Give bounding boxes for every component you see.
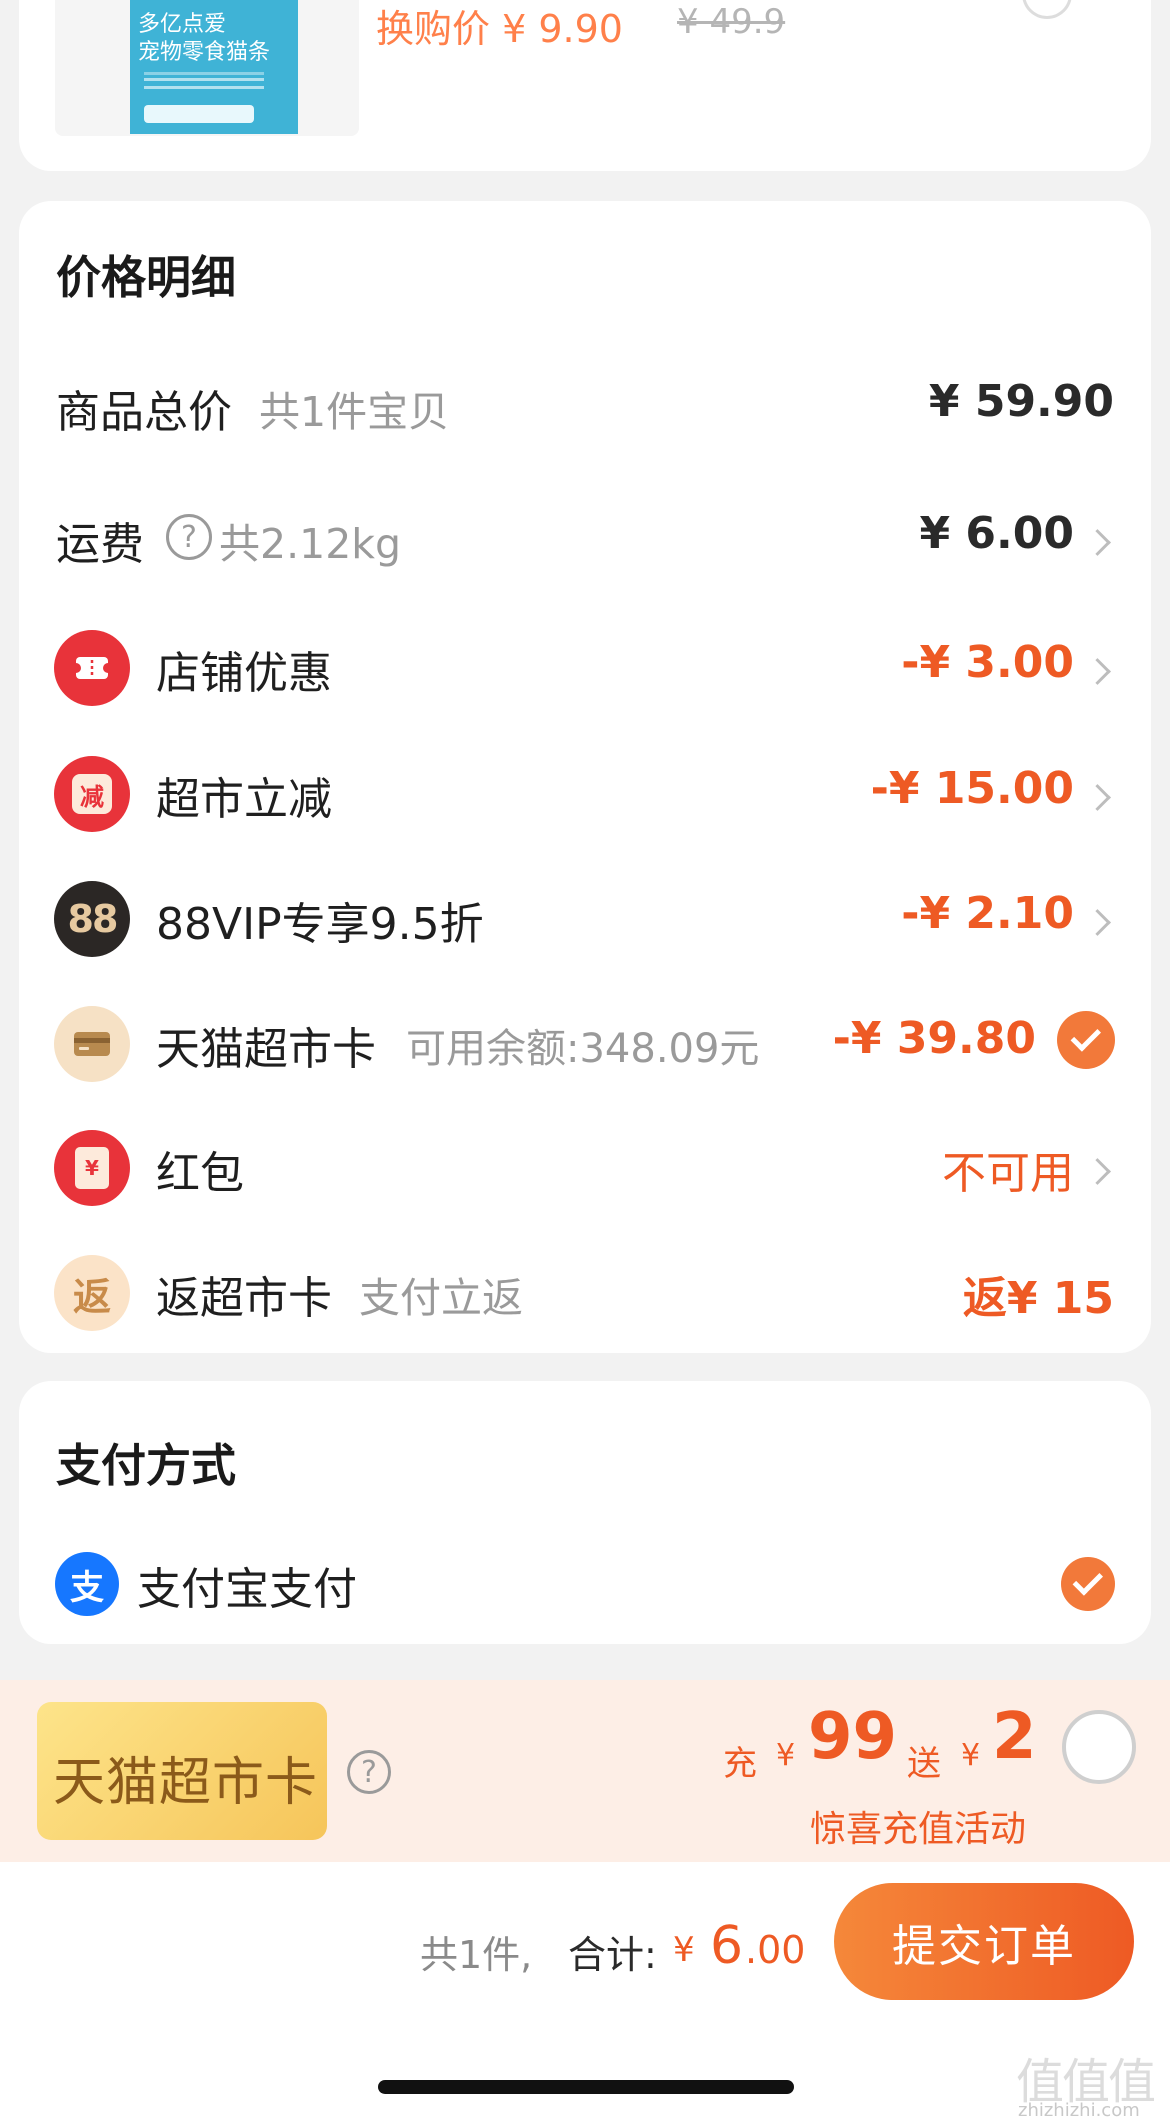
item-count: 共1件, <box>420 1933 533 1977</box>
product-thumbnail[interactable]: 多亿点爱 宠物零食猫条 <box>55 0 359 136</box>
trade-in-price: 换购价 ¥ 9.90 <box>376 7 623 51</box>
ticket-glyph <box>73 657 111 679</box>
cashback-icon-text: 返 <box>72 1274 111 1319</box>
ticket-icon <box>54 630 130 706</box>
recharge-promo-bar: 天猫超市卡 ? 充 ¥ 99 送 ¥ 2 惊喜充值活动 <box>0 1680 1170 1862</box>
bottom-checkout-bar: 共1件, 合计: ¥ 6 .00 提交订单 值值值 zhizhizhi.com <box>0 1862 1170 2127</box>
tmall-card-label: 天猫超市卡 <box>156 1024 376 1075</box>
tmall-card-balance: 可用余额:348.09元 <box>406 1026 760 1072</box>
promo-help-icon[interactable]: ? <box>347 1750 391 1794</box>
vip-amount: -¥ 2.10 <box>901 888 1074 939</box>
vip-label: 88VIP专享9.5折 <box>156 899 484 950</box>
promo-charge-currency: ¥ <box>776 1738 796 1773</box>
payment-title: 支付方式 <box>56 1439 237 1492</box>
product-package-image: 多亿点爱 宠物零食猫条 <box>130 0 298 134</box>
tmall-card-check-icon[interactable] <box>1057 1011 1115 1069</box>
total-label: 合计: <box>568 1933 657 1977</box>
supermarket-cut-amount: -¥ 15.00 <box>870 763 1074 814</box>
cashback-label: 返超市卡 <box>156 1273 332 1324</box>
promo-charge-word: 充 <box>723 1744 757 1784</box>
tmall-card-promo-badge[interactable]: 天猫超市卡 <box>37 1702 327 1840</box>
pack-fine-print <box>144 78 264 81</box>
red-packet-chevron-right-icon <box>1084 1158 1111 1185</box>
shipping-label: 运费 <box>56 519 144 570</box>
red-packet-label: 红包 <box>156 1148 244 1199</box>
cashback-amount: 返¥ 15 <box>962 1273 1114 1324</box>
supermarket-cut-chevron-right-icon <box>1084 784 1111 811</box>
shipping-help-icon[interactable]: ? <box>166 514 212 560</box>
watermark-text: zhizhizhi.com <box>1018 2100 1140 2121</box>
supermarket-cut-label: 超市立减 <box>156 774 332 825</box>
shop-discount-amount: -¥ 3.00 <box>901 637 1074 688</box>
product-card: 多亿点爱 宠物零食猫条 换购价 ¥ 9.90 ¥ 49.9 <box>19 0 1151 171</box>
shop-discount-label: 店铺优惠 <box>156 648 332 699</box>
promo-bonus-currency: ¥ <box>961 1738 981 1773</box>
original-price: ¥ 49.9 <box>677 2 786 42</box>
cashback-icon: 返 <box>54 1255 130 1331</box>
price-detail-title: 价格明细 <box>56 251 237 304</box>
shop-discount-chevron-right-icon <box>1084 658 1111 685</box>
alipay-check-icon[interactable] <box>1061 1557 1115 1611</box>
promo-charge-amount: 99 <box>808 1700 898 1774</box>
card-glyph <box>74 1032 110 1056</box>
card-icon <box>54 1006 130 1082</box>
pack-line-2: 宠物零食猫条 <box>138 40 271 65</box>
vip88-icon: 88 <box>54 881 130 957</box>
pack-tag <box>144 105 254 123</box>
red-packet-status: 不可用 <box>942 1148 1074 1199</box>
pack-line-1: 多亿点爱 <box>138 12 227 37</box>
home-indicator[interactable] <box>378 2080 794 2094</box>
discount-icon: 减 <box>54 756 130 832</box>
discount-icon-text: 减 <box>72 774 112 814</box>
total-currency: ¥ <box>673 1930 695 1970</box>
shipping-weight: 共2.12kg <box>219 520 402 568</box>
payment-method-card: 支付方式 支 支付宝支付 <box>19 1381 1151 1644</box>
promo-select-radio[interactable] <box>1062 1710 1136 1784</box>
goods-total-label: 商品总价 <box>56 387 232 438</box>
promo-subtitle: 惊喜充值活动 <box>810 1809 1027 1850</box>
vip88-icon-text: 88 <box>67 897 119 941</box>
total-amount-dec: .00 <box>745 1928 806 1972</box>
goods-total-sub: 共1件宝贝 <box>259 388 450 436</box>
red-packet-icon: ¥ <box>54 1130 130 1206</box>
shipping-amount: ¥ 6.00 <box>919 508 1075 559</box>
product-select-radio[interactable] <box>1022 0 1072 19</box>
total-amount-int: 6 <box>710 1916 744 1976</box>
alipay-icon: 支 <box>55 1552 119 1616</box>
tmall-card-amount: -¥ 39.80 <box>832 1013 1036 1064</box>
red-packet-icon-text: ¥ <box>75 1147 109 1189</box>
price-detail-card: 价格明细 商品总价 共1件宝贝 ¥ 59.90 运费 ? 共2.12kg ¥ 6… <box>19 201 1151 1353</box>
shipping-chevron-right-icon <box>1084 529 1111 556</box>
submit-order-button[interactable]: 提交订单 <box>834 1883 1134 2000</box>
promo-bonus-word: 送 <box>907 1744 941 1784</box>
alipay-label: 支付宝支付 <box>137 1564 357 1615</box>
promo-bonus-amount: 2 <box>992 1700 1037 1774</box>
goods-total-amount: ¥ 59.90 <box>928 376 1114 427</box>
promo-card-label: 天猫超市卡 <box>53 1753 319 1813</box>
alipay-icon-text: 支 <box>70 1567 104 1608</box>
vip-chevron-right-icon <box>1084 909 1111 936</box>
cashback-sub: 支付立返 <box>359 1274 523 1322</box>
